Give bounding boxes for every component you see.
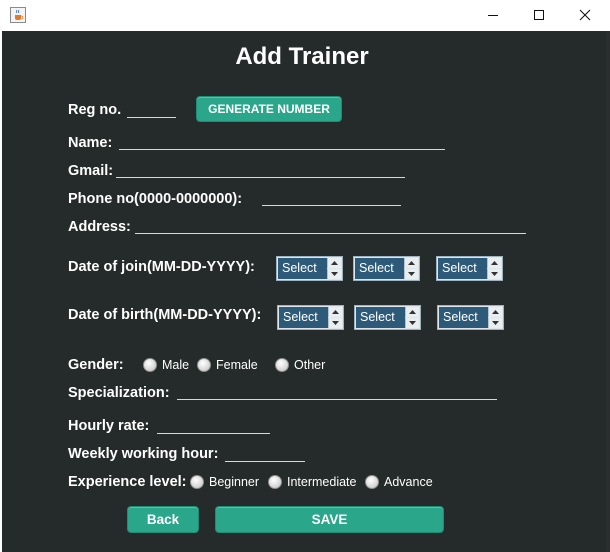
gender-label: Gender:	[68, 357, 124, 373]
gender-male-radio[interactable]	[143, 358, 157, 372]
java-cup-icon	[10, 7, 26, 23]
hourly-rate-field[interactable]	[157, 433, 270, 434]
join-year-spinner[interactable]: Select	[436, 256, 503, 281]
phone-label: Phone no(0000-0000000):	[68, 191, 243, 207]
specialization-label: Specialization:	[68, 385, 170, 401]
window-titlebar	[0, 0, 610, 31]
birth-day-spinner[interactable]: Select	[354, 305, 421, 330]
chevron-up-icon[interactable]	[328, 307, 342, 317]
date-of-birth-label: Date of birth(MM-DD-YYYY):	[68, 307, 262, 323]
chevron-up-icon[interactable]	[404, 258, 418, 268]
name-label: Name:	[68, 135, 113, 151]
specialization-field[interactable]	[177, 399, 497, 400]
generate-number-button[interactable]: GENERATE NUMBER	[196, 96, 342, 122]
join-month-spinner[interactable]: Select	[276, 256, 343, 281]
chevron-up-icon[interactable]	[405, 307, 419, 317]
minimize-button[interactable]	[470, 0, 516, 30]
chevron-down-icon[interactable]	[487, 269, 501, 279]
birth-month-spinner[interactable]: Select	[277, 305, 344, 330]
chevron-down-icon[interactable]	[327, 269, 341, 279]
join-day-value: Select	[355, 258, 404, 279]
minimize-icon	[488, 15, 498, 16]
experience-beginner-label: Beginner	[209, 475, 260, 489]
join-day-spinner[interactable]: Select	[353, 256, 420, 281]
weekly-hour-field[interactable]	[225, 461, 305, 462]
date-of-join-label: Date of join(MM-DD-YYYY):	[68, 259, 255, 275]
birth-year-value: Select	[439, 307, 488, 328]
join-year-value: Select	[438, 258, 487, 279]
chevron-up-icon[interactable]	[488, 307, 502, 317]
gmail-field[interactable]	[116, 177, 405, 178]
gender-male-label: Male	[162, 358, 190, 372]
save-button[interactable]: SAVE	[215, 506, 444, 533]
birth-year-spinner[interactable]: Select	[437, 305, 504, 330]
reg-no-label: Reg no.	[68, 102, 122, 118]
experience-level-label: Experience level:	[68, 474, 187, 490]
close-button[interactable]	[562, 0, 608, 30]
hourly-rate-label: Hourly rate:	[68, 418, 150, 434]
gender-other-label: Other	[294, 358, 326, 372]
address-label: Address:	[68, 219, 131, 235]
address-field[interactable]	[135, 233, 526, 234]
window-edge	[606, 31, 610, 552]
phone-field[interactable]	[262, 205, 401, 206]
experience-intermediate-radio[interactable]	[268, 475, 282, 489]
gmail-label: Gmail:	[68, 163, 114, 179]
experience-advance-radio[interactable]	[365, 475, 379, 489]
gender-female-label: Female	[216, 358, 258, 372]
birth-day-value: Select	[356, 307, 405, 328]
maximize-button[interactable]	[516, 0, 562, 30]
experience-beginner-radio[interactable]	[190, 475, 204, 489]
chevron-up-icon[interactable]	[487, 258, 501, 268]
chevron-down-icon[interactable]	[328, 318, 342, 328]
maximize-icon	[534, 10, 544, 20]
page-title: Add Trainer	[235, 43, 369, 70]
chevron-up-icon[interactable]	[327, 258, 341, 268]
birth-month-value: Select	[279, 307, 328, 328]
close-icon	[579, 9, 591, 21]
reg-no-field[interactable]	[127, 117, 176, 118]
experience-advance-label: Advance	[384, 475, 433, 489]
weekly-hour-label: Weekly working hour:	[68, 446, 219, 462]
gender-female-radio[interactable]	[197, 358, 211, 372]
back-button[interactable]: Back	[127, 506, 199, 533]
add-trainer-form: Add Trainer Reg no. GENERATE NUMBER Name…	[2, 31, 606, 552]
chevron-down-icon[interactable]	[488, 318, 502, 328]
experience-intermediate-label: Intermediate	[287, 475, 357, 489]
join-month-value: Select	[278, 258, 327, 279]
gender-other-radio[interactable]	[275, 358, 289, 372]
name-field[interactable]	[119, 149, 445, 150]
chevron-down-icon[interactable]	[404, 269, 418, 279]
chevron-down-icon[interactable]	[405, 318, 419, 328]
